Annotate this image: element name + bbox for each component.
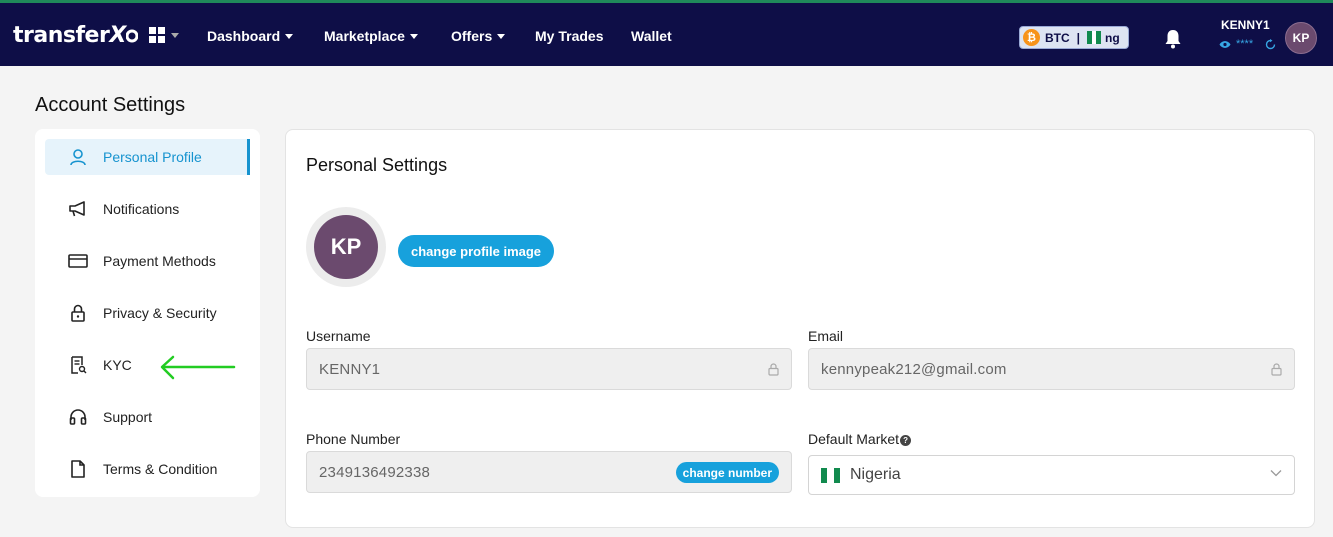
coin-label: BTC (1045, 30, 1070, 45)
username-field: KENNY1 (306, 348, 792, 390)
sidebar-item-payment-methods[interactable]: Payment Methods (45, 243, 250, 279)
masked-balance: **** (1236, 38, 1254, 50)
change-number-button[interactable]: change number (675, 462, 779, 483)
lock-icon (67, 302, 89, 324)
chevron-down-icon (497, 33, 506, 39)
sidebar-item-label: KYC (103, 357, 132, 373)
top-navbar: transferX Dashboard Marketplace Offers M… (0, 0, 1333, 66)
logo-swoosh-icon (125, 29, 139, 43)
nav-label: Marketplace (324, 28, 405, 44)
sidebar-item-personal-profile[interactable]: Personal Profile (45, 139, 250, 175)
profile-avatar: KP (314, 215, 378, 279)
refresh-icon[interactable] (1265, 38, 1276, 50)
card-icon (67, 250, 89, 272)
user-icon (67, 146, 89, 168)
sidebar-item-label: Notifications (103, 201, 180, 217)
headset-icon (67, 406, 89, 428)
document-icon (67, 354, 89, 376)
section-title: Personal Settings (306, 155, 448, 175)
lock-icon (768, 363, 779, 376)
sidebar-item-terms[interactable]: Terms & Condition (45, 451, 250, 487)
settings-sidebar: Personal Profile Notifications Payment M… (35, 129, 260, 497)
nav-marketplace[interactable]: Marketplace (324, 3, 418, 69)
nav-my-trades[interactable]: My Trades (535, 3, 603, 69)
sidebar-item-label: Privacy & Security (103, 305, 217, 321)
sidebar-item-label: Payment Methods (103, 253, 216, 269)
logo-suffix: X (109, 23, 126, 48)
email-value: kennypeak212@gmail.com (821, 360, 1007, 378)
market-label: ng (1105, 30, 1120, 45)
nav-label: My Trades (535, 28, 604, 44)
grid-icon (149, 27, 165, 43)
file-icon (67, 458, 89, 480)
chevron-down-icon (1270, 470, 1282, 477)
username-value: KENNY1 (319, 360, 381, 378)
nav-wallet[interactable]: Wallet (631, 3, 672, 69)
sidebar-item-privacy-security[interactable]: Privacy & Security (45, 295, 250, 331)
phone-value: 2349136492338 (319, 463, 431, 481)
pill-separator: | (1076, 30, 1081, 45)
balance-display: **** (1219, 38, 1276, 50)
personal-settings-card: Personal Settings KP change profile imag… (285, 129, 1315, 528)
chevron-down-icon (285, 33, 294, 39)
nav-label: Offers (451, 28, 493, 44)
default-market-label-text: Default Market (808, 431, 900, 447)
sidebar-item-label: Support (103, 409, 153, 425)
megaphone-icon (67, 198, 89, 220)
chevron-down-icon (171, 32, 179, 38)
username-label: KENNY1 (1221, 18, 1270, 32)
sidebar-item-label: Personal Profile (103, 149, 202, 165)
help-icon[interactable]: ? (900, 434, 912, 446)
nav-dashboard[interactable]: Dashboard (207, 3, 294, 69)
sidebar-item-notifications[interactable]: Notifications (45, 191, 250, 227)
sidebar-item-label: Terms & Condition (103, 461, 218, 477)
default-market-value: Nigeria (850, 466, 901, 483)
currency-market-selector[interactable]: ₿ BTC | ng (1019, 26, 1129, 49)
profile-avatar-frame: KP (306, 207, 386, 287)
page-title: Account Settings (35, 94, 186, 116)
email-field: kennypeak212@gmail.com (808, 348, 1295, 390)
lock-icon (1271, 363, 1282, 376)
nigeria-flag-icon (821, 467, 840, 483)
nav-offers[interactable]: Offers (451, 3, 506, 69)
bell-icon[interactable] (1164, 29, 1182, 49)
chevron-down-icon (409, 33, 418, 39)
nav-label: Wallet (631, 28, 672, 44)
user-avatar[interactable]: KP (1285, 22, 1317, 54)
sidebar-item-support[interactable]: Support (45, 399, 250, 435)
logo-text: transfer (13, 23, 110, 48)
default-market-select[interactable]: Nigeria (808, 455, 1295, 495)
default-market-label: Default Market? (808, 431, 912, 447)
nigeria-flag-icon (1087, 31, 1102, 44)
change-profile-image-button[interactable]: change profile image (398, 235, 555, 267)
transferxo-logo[interactable]: transferX (13, 23, 139, 48)
apps-menu[interactable] (149, 27, 179, 43)
phone-field: 2349136492338 change number (306, 451, 792, 493)
bitcoin-icon: ₿ (1023, 29, 1040, 46)
annotation-arrow-icon (160, 355, 236, 380)
nav-label: Dashboard (207, 28, 281, 44)
username-label: Username (306, 328, 371, 344)
eye-icon[interactable] (1219, 40, 1231, 49)
email-label: Email (808, 328, 844, 344)
phone-label: Phone Number (306, 431, 401, 447)
